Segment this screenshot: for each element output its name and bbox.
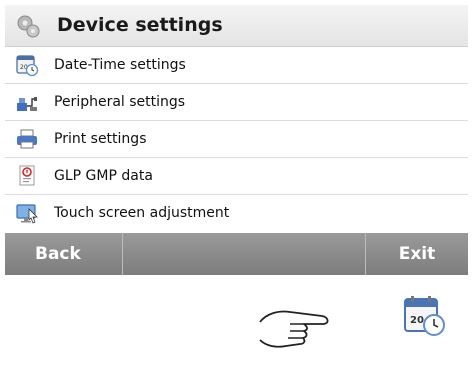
device-settings-panel: Device settings 20 Date-Time settings Pe… xyxy=(5,5,468,275)
touch-screen-icon xyxy=(16,204,38,224)
menu-item-label: Print settings xyxy=(54,131,147,147)
exit-button[interactable]: Exit xyxy=(365,233,468,275)
pointing-hand-icon xyxy=(259,310,329,348)
gears-icon xyxy=(17,15,40,38)
menu-item-label: Date-Time settings xyxy=(54,57,186,73)
footer-bar: Back Exit xyxy=(5,233,468,275)
glp-gmp-icon xyxy=(19,165,35,186)
printer-icon xyxy=(17,129,37,149)
back-button[interactable]: Back xyxy=(5,233,123,275)
menu-item-label: Touch screen adjustment xyxy=(54,205,230,221)
menu-item-glp-gmp-data[interactable]: GLP GMP data xyxy=(5,158,468,195)
menu-item-label: Peripheral settings xyxy=(54,94,186,110)
menu-item-label: GLP GMP data xyxy=(54,168,153,184)
date-time-icon: 20 xyxy=(16,55,39,77)
page-title: Device settings xyxy=(57,14,223,36)
menu-item-peripheral-settings[interactable]: Peripheral settings xyxy=(5,84,468,121)
menu-item-date-time-settings[interactable]: 20 Date-Time settings xyxy=(5,47,468,84)
menu-item-print-settings[interactable]: Print settings xyxy=(5,121,468,158)
calendar-day-text: 20 xyxy=(410,315,424,326)
menu-item-touch-screen-adjustment[interactable]: Touch screen adjustment xyxy=(5,195,468,232)
calendar-clock-icon: 20 xyxy=(404,296,445,336)
header-bar: Device settings xyxy=(5,5,468,47)
peripheral-icon xyxy=(17,97,37,111)
